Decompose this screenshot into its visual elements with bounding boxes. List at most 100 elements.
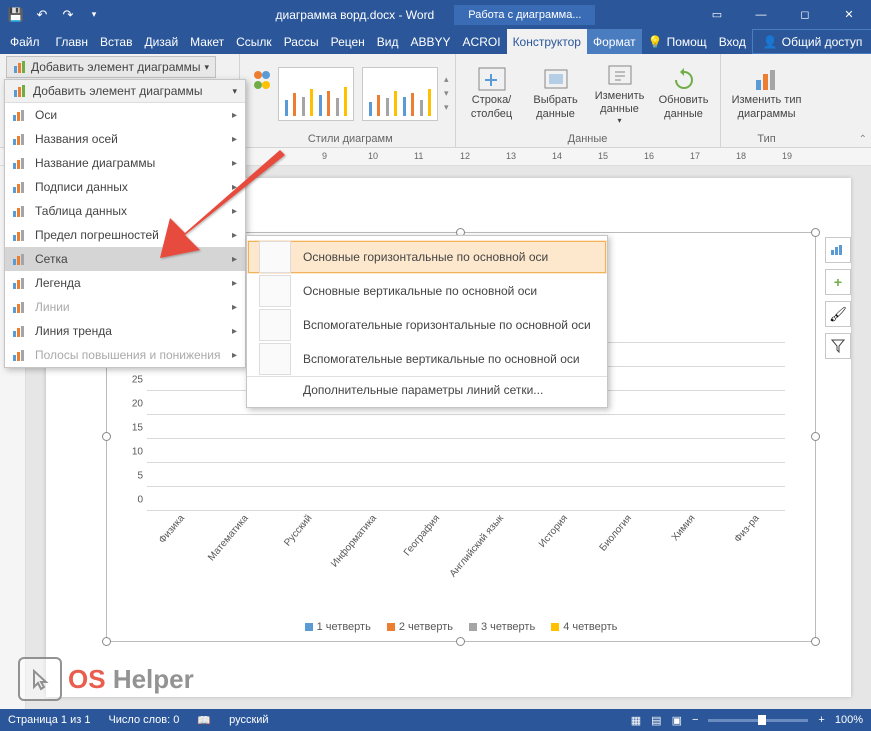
zoom-out-icon[interactable]: − [692, 714, 698, 726]
titlebar: 💾 ↶ ↷ ▾ диаграмма ворд.docx - Word Работ… [0, 0, 871, 29]
tab-layout[interactable]: Макет [184, 29, 230, 54]
ruler-tick: 8 [276, 151, 281, 161]
color-palette-icon[interactable] [252, 67, 272, 121]
tab-design[interactable]: Дизай [138, 29, 184, 54]
tab-review[interactable]: Рецен [325, 29, 371, 54]
select-data-icon [541, 66, 571, 92]
edit-data-button[interactable]: Изменить данные ▾ [590, 59, 650, 129]
watermark-helper: Helper [113, 664, 194, 694]
watermark: OS Helper [18, 657, 194, 701]
submenu-item-primary-hor[interactable]: Основные горизонтальные по основной оси [247, 240, 607, 274]
refresh-data-button[interactable]: Обновить данные [654, 59, 714, 129]
y-tick: 0 [137, 495, 143, 506]
legend-item[interactable]: 4 четверть [551, 621, 617, 633]
resize-handle[interactable] [811, 432, 820, 441]
chart-filter-button[interactable] [825, 333, 851, 359]
tab-help[interactable]: 💡Помощ [642, 29, 713, 54]
chart-add-button[interactable]: + [825, 269, 851, 295]
tab-home[interactable]: Главн [50, 29, 95, 54]
ruler-tick: 18 [736, 151, 746, 161]
grid-minor-ver-icon [259, 343, 291, 375]
submenu-item-minor-ver[interactable]: Вспомогательные вертикальные по основной… [247, 342, 607, 376]
tab-mailings[interactable]: Рассы [278, 29, 325, 54]
read-mode-icon[interactable]: ▦ [631, 714, 641, 727]
save-icon[interactable]: 💾 [4, 3, 28, 27]
add-chart-element-button[interactable]: Добавить элемент диаграммы ▾ [6, 56, 216, 78]
chart-y-axis: 0 5 10 15 20 25 30 35 [125, 343, 145, 511]
zoom-slider[interactable] [708, 719, 808, 722]
y-tick: 15 [132, 422, 143, 433]
zoom-in-icon[interactable]: + [818, 714, 824, 726]
dropdown-item[interactable]: Линия тренда▸ [5, 319, 245, 343]
select-data-button[interactable]: Выбрать данные [526, 59, 586, 129]
chart-elements-button[interactable] [825, 237, 851, 263]
add-element-label: Добавить элемент диаграммы [31, 60, 201, 74]
tab-chart-format[interactable]: Формат [587, 29, 642, 54]
resize-handle[interactable] [102, 637, 111, 646]
maximize-icon[interactable]: ◻ [783, 0, 827, 29]
close-icon[interactable]: ✕ [827, 0, 871, 29]
switch-row-column-button[interactable]: Строка/столбец [462, 59, 522, 129]
minimize-icon[interactable]: — [739, 0, 783, 29]
ribbon-tabs: Файл Главн Встав Дизай Макет Ссылк Рассы… [0, 29, 871, 54]
tab-acrobat[interactable]: ACROI [457, 29, 507, 54]
tab-file[interactable]: Файл [0, 29, 50, 54]
legend-item[interactable]: 2 четверть [387, 621, 453, 633]
dropdown-item[interactable]: Легенда▸ [5, 271, 245, 295]
submenu-label: Вспомогательные вертикальные по основной… [303, 352, 580, 366]
y-tick: 5 [137, 470, 143, 481]
dropdown-item[interactable]: Предел погрешностей▸ [5, 223, 245, 247]
resize-handle[interactable] [456, 637, 465, 646]
chart-styles-button[interactable]: 🖌 [825, 301, 851, 327]
tab-login[interactable]: Вход [713, 29, 752, 54]
undo-icon[interactable]: ↶ [30, 3, 54, 27]
help-label: Помощ [667, 35, 707, 49]
zoom-level[interactable]: 100% [835, 714, 863, 726]
dropdown-item[interactable]: Таблица данных▸ [5, 199, 245, 223]
dropdown-item[interactable]: Название диаграммы▸ [5, 151, 245, 175]
rowcol-label: Строка/столбец [462, 94, 522, 120]
submenu-more-options[interactable]: Дополнительные параметры линий сетки... [247, 376, 607, 403]
resize-handle[interactable] [811, 637, 820, 646]
edit-data-icon [605, 62, 635, 88]
dropdown-item[interactable]: Подписи данных▸ [5, 175, 245, 199]
legend-item[interactable]: 3 четверть [469, 621, 535, 633]
chart-style-1[interactable] [278, 67, 354, 121]
tab-insert[interactable]: Встав [94, 29, 138, 54]
status-page[interactable]: Страница 1 из 1 [8, 714, 90, 726]
dropdown-item[interactable]: Сетка▸ [5, 247, 245, 271]
spellcheck-icon[interactable]: 📖 [197, 714, 211, 727]
dropdown-header: Добавить элемент диаграммы ▾ [5, 80, 245, 103]
share-button[interactable]: 👤Общий доступ [752, 29, 871, 54]
tab-view[interactable]: Вид [371, 29, 405, 54]
qat-customize-icon[interactable]: ▾ [82, 3, 106, 27]
tab-chart-design[interactable]: Конструктор [507, 29, 587, 54]
change-type-label: Изменить тип диаграммы [727, 94, 807, 120]
y-tick: 25 [132, 375, 143, 386]
status-language[interactable]: русский [229, 714, 268, 726]
submenu-item-minor-hor[interactable]: Вспомогательные горизонтальные по основн… [247, 308, 607, 342]
redo-icon[interactable]: ↷ [56, 3, 80, 27]
tab-abbyy[interactable]: ABBYY [405, 29, 457, 54]
style-gallery-more[interactable]: ▴▾▾ [444, 74, 449, 113]
chart-legend[interactable]: 1 четверть 2 четверть 3 четверть 4 четве… [107, 621, 815, 633]
tab-references[interactable]: Ссылк [230, 29, 278, 54]
grid-hor-icon [259, 241, 291, 273]
ribbon-options-icon[interactable]: ▭ [695, 0, 739, 29]
chart-style-2[interactable] [362, 67, 438, 121]
dropdown-item[interactable]: Оси▸ [5, 103, 245, 127]
status-words[interactable]: Число слов: 0 [108, 714, 179, 726]
submenu-item-primary-ver[interactable]: Основные вертикальные по основной оси [247, 274, 607, 308]
resize-handle[interactable] [102, 432, 111, 441]
dropdown-item[interactable]: Названия осей▸ [5, 127, 245, 151]
legend-item[interactable]: 1 четверть [305, 621, 371, 633]
print-layout-icon[interactable]: ▤ [651, 714, 661, 727]
ruler-tick: 16 [644, 151, 654, 161]
quick-access-toolbar: 💾 ↶ ↷ ▾ [0, 3, 106, 27]
web-layout-icon[interactable]: ▣ [672, 714, 682, 727]
change-chart-type-button[interactable]: Изменить тип диаграммы [727, 59, 807, 129]
resize-handle[interactable] [811, 228, 820, 237]
ribbon-group-data: Строка/столбец Выбрать данные Изменить д… [456, 54, 721, 147]
ruler-tick: 17 [690, 151, 700, 161]
collapse-ribbon-icon[interactable]: ⌃ [859, 134, 867, 145]
